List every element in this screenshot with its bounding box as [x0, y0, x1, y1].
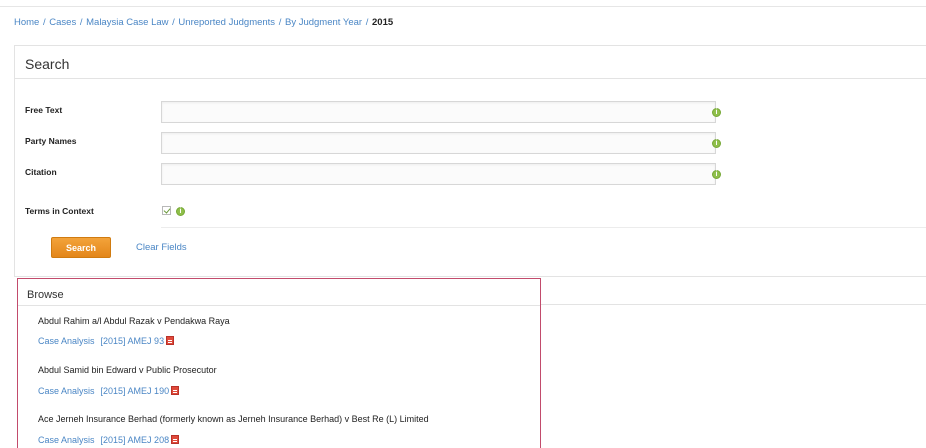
case-meta: Case Analysis [2015] AMEJ 93: [38, 336, 175, 346]
breadcrumb: Home / Cases / Malaysia Case Law / Unrep…: [14, 17, 393, 28]
case-meta: Case Analysis [2015] AMEJ 190: [38, 386, 180, 396]
breadcrumb-separator: /: [79, 17, 83, 28]
citation-label: Citation: [25, 167, 57, 177]
clear-fields-link[interactable]: Clear Fields: [136, 242, 187, 253]
case-citation-link[interactable]: [2015] AMEJ 208: [101, 435, 170, 445]
search-panel-divider: [15, 78, 926, 79]
breadcrumb-separator: /: [172, 17, 175, 28]
browse-panel: Browse Abdul Rahim a/l Abdul Razak v Pen…: [17, 278, 541, 448]
browse-divider: [18, 305, 540, 306]
breadcrumb-home[interactable]: Home: [14, 17, 39, 28]
case-analysis-link[interactable]: Case Analysis: [38, 336, 95, 346]
case-citation-link[interactable]: [2015] AMEJ 190: [101, 386, 170, 396]
party-names-input[interactable]: [161, 132, 716, 154]
free-text-label: Free Text: [25, 105, 63, 115]
search-panel: Search Free Text i Party Names i Citatio…: [14, 45, 926, 277]
info-icon[interactable]: i: [712, 170, 721, 179]
top-divider: [0, 6, 926, 7]
pdf-icon[interactable]: [171, 386, 180, 395]
party-names-label: Party Names: [25, 136, 77, 146]
case-meta: Case Analysis [2015] AMEJ 208: [38, 435, 180, 445]
case-title: Abdul Rahim a/l Abdul Razak v Pendakwa R…: [38, 316, 230, 326]
case-analysis-link[interactable]: Case Analysis: [38, 386, 95, 396]
breadcrumb-by-judgment-year[interactable]: By Judgment Year: [285, 17, 362, 28]
terms-in-context-checkbox[interactable]: [162, 206, 171, 215]
terms-in-context-label: Terms in Context: [25, 206, 94, 216]
free-text-input[interactable]: [161, 101, 716, 123]
breadcrumb-current: 2015: [372, 17, 394, 28]
info-icon[interactable]: i: [176, 207, 185, 216]
breadcrumb-cases[interactable]: Cases: [49, 17, 76, 28]
browse-title: Browse: [27, 289, 64, 301]
search-panel-title: Search: [25, 56, 70, 72]
pdf-icon[interactable]: [166, 336, 175, 345]
case-citation-link[interactable]: [2015] AMEJ 93: [101, 336, 165, 346]
breadcrumb-unreported-judgments[interactable]: Unreported Judgments: [178, 17, 275, 28]
info-icon[interactable]: i: [712, 108, 721, 117]
citation-input[interactable]: [161, 163, 716, 185]
case-analysis-link[interactable]: Case Analysis: [38, 435, 95, 445]
case-title: Ace Jerneh Insurance Berhad (formerly kn…: [38, 414, 429, 424]
case-title: Abdul Samid bin Edward v Public Prosecut…: [38, 365, 217, 375]
breadcrumb-malaysia-case-law[interactable]: Malaysia Case Law: [86, 17, 168, 28]
info-icon[interactable]: i: [712, 139, 721, 148]
browse-divider-extension: [540, 304, 926, 305]
breadcrumb-separator: /: [365, 17, 369, 28]
breadcrumb-separator: /: [278, 17, 282, 28]
form-divider: [161, 227, 926, 228]
search-button[interactable]: Search: [51, 237, 111, 258]
pdf-icon[interactable]: [171, 435, 180, 444]
breadcrumb-separator: /: [42, 17, 46, 28]
